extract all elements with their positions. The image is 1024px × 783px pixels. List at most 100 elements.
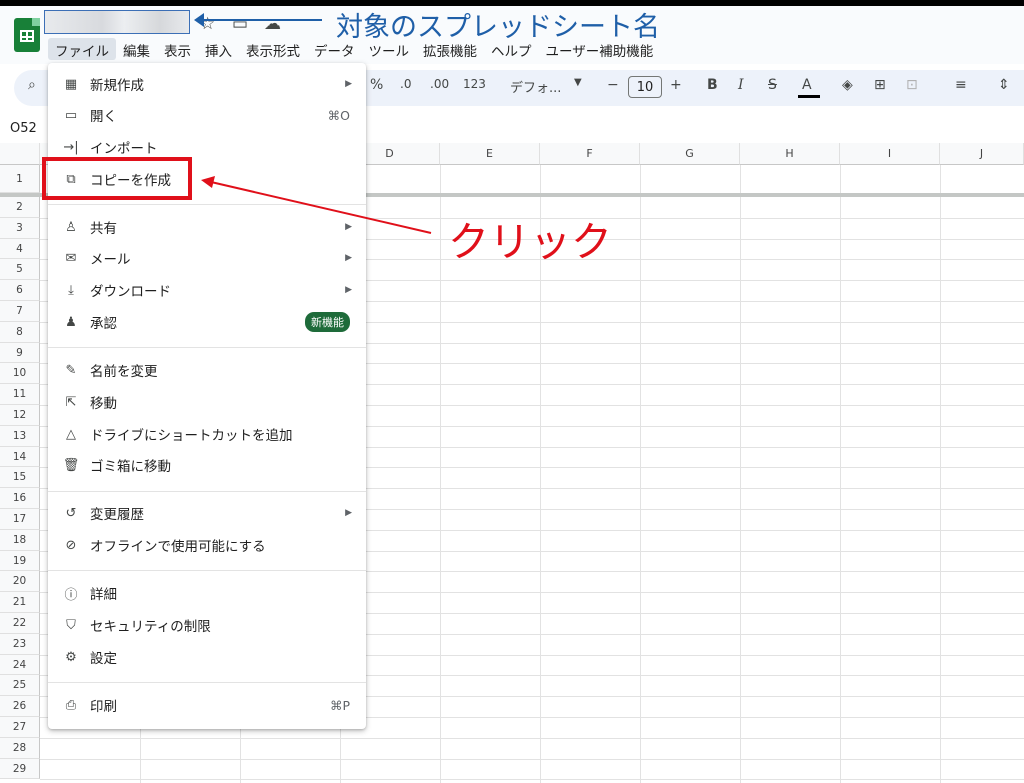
menu-separator <box>48 491 366 492</box>
row-header[interactable]: 2 <box>0 197 40 218</box>
fill-color-icon[interactable]: ◈ <box>842 77 853 93</box>
menu-tools[interactable]: ツール <box>362 38 417 60</box>
row-header[interactable]: 15 <box>0 467 40 489</box>
menu-edit[interactable]: 編集 <box>116 38 157 60</box>
row-header[interactable]: 3 <box>0 217 40 239</box>
menubar: ファイル 編集 表示 挿入 表示形式 データ ツール 拡張機能 ヘルプ ユーザー… <box>48 38 660 60</box>
menu-item-label: ドライブにショートカットを追加 <box>90 428 293 444</box>
percent-button[interactable]: % <box>370 77 383 93</box>
menu-item-label: 新規作成 <box>90 78 144 94</box>
menu-insert[interactable]: 挿入 <box>198 38 239 60</box>
add-person-icon: ♙ <box>65 219 77 235</box>
menu-item-move[interactable]: ⇱ 移動 <box>48 388 366 416</box>
menu-format[interactable]: 表示形式 <box>239 38 307 60</box>
new-feature-badge: 新機能 <box>305 312 350 332</box>
cloud-status-icon[interactable]: ☁ <box>264 14 281 34</box>
column-header-i[interactable]: I <box>840 143 940 165</box>
number-format-button[interactable]: 123 <box>463 77 486 91</box>
font-family-select[interactable]: デフォ... <box>510 77 561 96</box>
gridline <box>440 165 441 783</box>
menu-item-settings[interactable]: ⚙ 設定 <box>48 643 366 671</box>
menu-item-label: オフラインで使用可能にする <box>90 539 266 555</box>
decrease-decimal-button[interactable]: .0 <box>400 77 411 91</box>
menu-data[interactable]: データ <box>307 38 362 60</box>
row-header[interactable]: 6 <box>0 280 40 301</box>
bold-button[interactable]: B <box>707 77 718 93</box>
row-header[interactable]: 17 <box>0 509 40 530</box>
horizontal-align-icon[interactable]: ≡ <box>955 77 967 93</box>
menu-item-security[interactable]: ⛉ セキュリティの制限 <box>48 611 366 639</box>
menu-item-approvals[interactable]: ♟ 承認 新機能 <box>48 308 366 336</box>
column-header-e[interactable]: E <box>440 143 540 165</box>
select-all-corner[interactable] <box>0 143 40 165</box>
menu-item-trash[interactable]: 🗑 ゴミ箱に移動 <box>48 451 366 479</box>
move-folder-icon[interactable]: ▭ <box>232 14 248 34</box>
row-header[interactable]: 28 <box>0 737 40 759</box>
name-box[interactable]: O52 <box>10 121 37 136</box>
row-header[interactable]: 27 <box>0 717 40 738</box>
column-header-h[interactable]: H <box>740 143 840 165</box>
row-header[interactable]: 21 <box>0 592 40 613</box>
row-header[interactable]: 11 <box>0 384 40 405</box>
search-menus-icon[interactable]: ⌕ <box>28 77 36 93</box>
menu-item-rename[interactable]: ✎ 名前を変更 <box>48 356 366 384</box>
row-header[interactable]: 16 <box>0 488 40 509</box>
menu-separator <box>48 570 366 571</box>
menu-item-version-history[interactable]: ↺ 変更履歴 ▶ <box>48 499 366 527</box>
menu-item-label: 共有 <box>90 221 117 237</box>
column-header-f[interactable]: F <box>540 143 640 165</box>
mail-icon: ✉ <box>65 250 77 266</box>
row-header[interactable]: 12 <box>0 405 40 426</box>
row-header[interactable]: 4 <box>0 238 40 260</box>
row-header[interactable]: 9 <box>0 342 40 364</box>
column-header-g[interactable]: G <box>640 143 740 165</box>
gridline <box>740 165 741 783</box>
row-header[interactable]: 18 <box>0 529 40 551</box>
menu-extensions[interactable]: 拡張機能 <box>416 38 484 60</box>
row-header[interactable]: 20 <box>0 571 40 593</box>
row-header[interactable]: 7 <box>0 301 40 322</box>
merge-cells-icon[interactable]: ⊡ <box>906 77 918 93</box>
decrease-font-size-button[interactable]: − <box>607 77 619 93</box>
row-header[interactable]: 10 <box>0 363 40 385</box>
row-header[interactable]: 24 <box>0 654 40 676</box>
italic-button[interactable]: I <box>738 77 744 93</box>
menu-item-details[interactable]: ⓘ 詳細 <box>48 579 366 607</box>
menu-item-email[interactable]: ✉ メール ▶ <box>48 244 366 272</box>
row-header[interactable]: 26 <box>0 696 40 717</box>
row-header[interactable]: 14 <box>0 446 40 468</box>
menu-view[interactable]: 表示 <box>157 38 198 60</box>
gridline <box>640 165 641 783</box>
row-header[interactable]: 22 <box>0 613 40 634</box>
font-size-input[interactable]: 10 <box>628 76 662 98</box>
column-header-j[interactable]: J <box>940 143 1024 165</box>
menu-separator <box>48 682 366 683</box>
shortcut-label: ⌘P <box>329 697 350 713</box>
row-header[interactable]: 5 <box>0 259 40 281</box>
row-header[interactable]: 23 <box>0 633 40 655</box>
row-header[interactable]: 19 <box>0 550 40 572</box>
sheets-logo-icon[interactable] <box>14 18 40 52</box>
menu-item-add-shortcut[interactable]: △ ドライブにショートカットを追加 <box>48 420 366 448</box>
row-header[interactable]: 29 <box>0 758 40 780</box>
document-title-input[interactable] <box>44 10 190 34</box>
menu-item-open[interactable]: ▭ 開く ⌘O <box>48 101 366 129</box>
row-header[interactable]: 1 <box>0 165 40 193</box>
menu-item-offline[interactable]: ⊘ オフラインで使用可能にする <box>48 531 366 559</box>
strikethrough-button[interactable]: S <box>768 77 777 93</box>
increase-font-size-button[interactable]: + <box>670 77 682 93</box>
menu-accessibility[interactable]: ユーザー補助機能 <box>539 38 661 60</box>
menu-item-download[interactable]: ⤓ ダウンロード ▶ <box>48 276 366 304</box>
borders-icon[interactable]: ⊞ <box>874 77 886 93</box>
row-header[interactable]: 25 <box>0 675 40 697</box>
shield-icon: ⛉ <box>66 617 76 633</box>
menu-file[interactable]: ファイル <box>48 38 116 60</box>
menu-item-new[interactable]: ▦ 新規作成 ▶ <box>48 70 366 98</box>
menu-help[interactable]: ヘルプ <box>484 38 539 60</box>
increase-decimal-button[interactable]: .00 <box>430 77 449 91</box>
row-header[interactable]: 8 <box>0 321 40 343</box>
row-header[interactable]: 13 <box>0 425 40 447</box>
text-color-button[interactable]: A <box>802 77 812 93</box>
vertical-align-icon[interactable]: ⇕ <box>998 77 1010 93</box>
menu-item-print[interactable]: ⎙ 印刷 ⌘P <box>48 691 366 719</box>
